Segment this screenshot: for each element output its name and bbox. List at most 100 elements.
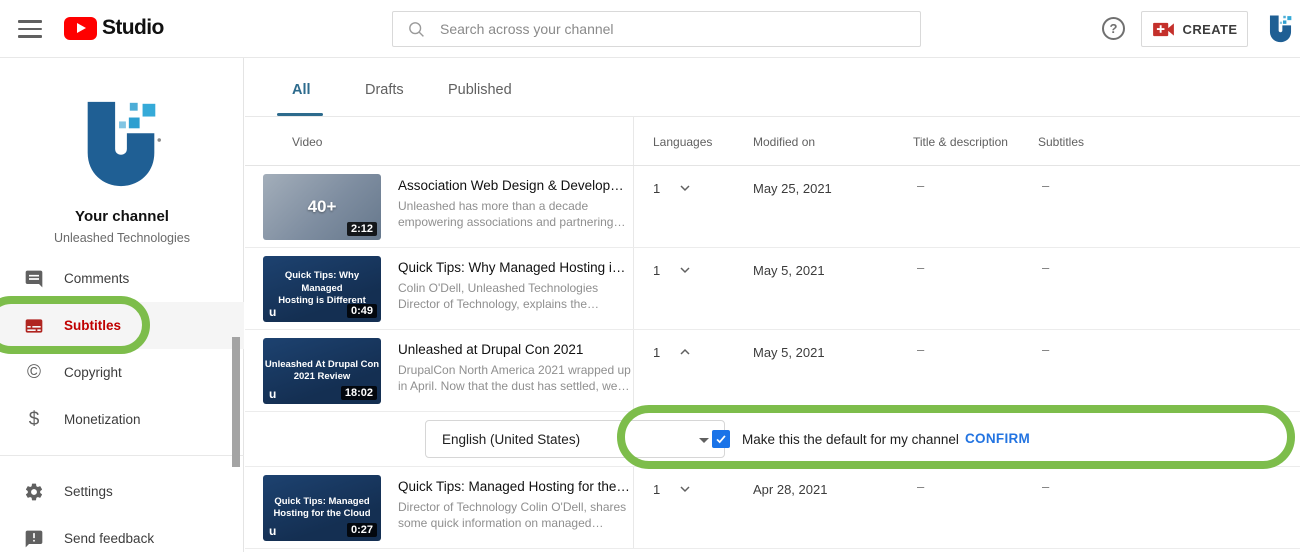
thumbnail-caption: Quick Tips: Managed [274,496,369,508]
thumbnail-caption: Quick Tips: Why Managed [263,270,381,295]
copyright-icon: © [22,363,46,382]
thumbnail-caption: Unleashed At Drupal Con [265,359,379,371]
language-edit-panel: English (United States) Make this the de… [245,412,1300,467]
duration-badge: 18:02 [341,386,377,400]
sidebar-item-subtitles[interactable]: Subtitles [0,302,244,349]
account-avatar[interactable] [1265,13,1296,44]
duration-badge: 2:12 [347,222,377,236]
sidebar-item-monetization[interactable]: $ Monetization [0,396,244,443]
language-select[interactable]: English (United States) [425,420,725,458]
languages-count: 1 [653,482,660,497]
video-thumbnail[interactable]: Quick Tips: Why Managed Hosting is Diffe… [263,256,381,322]
sidebar-item-label: Settings [64,484,113,499]
top-bar: Studio Search across your channel ? CREA… [0,0,1300,58]
sidebar-item-send-feedback[interactable]: Send feedback [0,515,244,552]
unleashed-logo-mark: u [269,305,276,319]
search-input[interactable]: Search across your channel [392,11,921,47]
studio-wordmark: Studio [102,16,164,40]
table-row[interactable]: Quick Tips: Why Managed Hosting is Diffe… [245,248,1300,330]
modified-on-value: May 5, 2021 [753,263,825,278]
column-divider [633,248,634,329]
channel-logo[interactable] [72,94,170,192]
youtube-studio-logo[interactable]: Studio [64,16,164,40]
checkmark-icon [714,432,728,446]
table-row[interactable]: Quick Tips: Managed Hosting for the Clou… [245,467,1300,549]
subtitles-icon [22,316,46,336]
video-thumbnail[interactable]: 40+ 2:12 [263,174,381,240]
create-button[interactable]: CREATE [1141,11,1248,47]
video-description: Unleashed has more than a decade empower… [398,199,631,230]
table-header: Video Languages Modified on Title & desc… [245,117,1300,166]
modified-on-value: Apr 28, 2021 [753,482,827,497]
modified-on-value: May 25, 2021 [753,181,832,196]
chevron-down-icon[interactable] [673,258,697,282]
video-thumbnail[interactable]: Quick Tips: Managed Hosting for the Clou… [263,475,381,541]
column-divider [633,330,634,411]
hamburger-menu-icon[interactable] [18,20,42,38]
modified-on-value: May 5, 2021 [753,345,825,360]
chevron-up-icon[interactable] [673,340,697,364]
feedback-icon [22,529,46,549]
sidebar-item-label: Comments [64,271,129,286]
sidebar-item-copyright[interactable]: © Copyright [0,349,244,396]
active-tab-underline [277,113,323,117]
sidebar: Your channel Unleashed Technologies Comm… [0,58,244,552]
column-divider [633,117,634,165]
sidebar-item-comments[interactable]: Comments [0,255,244,302]
duration-badge: 0:49 [347,304,377,318]
gear-icon [22,482,46,502]
tab-drafts[interactable]: Drafts [365,82,404,98]
subtitles-content: All Drafts Published Video Languages Mod… [245,58,1300,552]
video-title[interactable]: Quick Tips: Managed Hosting for the Cl… [398,479,631,494]
unleashed-logo-mark: u [269,387,276,401]
sidebar-item-settings[interactable]: Settings [0,468,244,515]
chevron-down-icon[interactable] [673,477,697,501]
sidebar-item-label: Send feedback [64,531,154,546]
column-header-video: Video [292,135,322,149]
thumbnail-caption: Hosting for the Cloud [273,508,370,520]
table-row[interactable]: 40+ 2:12 Association Web Design & Develo… [245,166,1300,248]
languages-count: 1 [653,345,660,360]
subtitles-value: – [1042,260,1049,275]
tab-bar: All Drafts Published [245,58,1300,117]
thumbnail-caption: 2021 Review [294,371,351,383]
default-channel-checkbox[interactable] [712,430,730,448]
video-title[interactable]: Unleashed at Drupal Con 2021 [398,342,631,357]
video-description: Colin O'Dell, Unleashed Technologies Dir… [398,281,631,312]
video-title[interactable]: Association Web Design & Development [398,178,631,193]
tab-published[interactable]: Published [448,82,512,98]
tab-all[interactable]: All [292,82,311,98]
help-icon[interactable]: ? [1102,17,1125,40]
subtitles-value: – [1042,342,1049,357]
thumbnail-caption: 40+ [308,197,337,217]
unleashed-logo-mark: u [269,524,276,538]
duration-badge: 0:27 [347,523,377,537]
column-header-title-description: Title & description [913,135,1008,149]
column-divider [633,166,634,247]
languages-count: 1 [653,181,660,196]
your-channel-label: Your channel [0,208,244,225]
sidebar-scrollbar[interactable] [232,337,240,467]
sidebar-item-label: Copyright [64,365,122,380]
column-divider [633,467,634,548]
search-icon [407,20,426,39]
subtitles-value: – [1042,178,1049,193]
video-title[interactable]: Quick Tips: Why Managed Hosting is Di… [398,260,631,275]
search-placeholder: Search across your channel [440,21,614,37]
unleashed-logo-icon [1265,13,1296,44]
column-header-subtitles: Subtitles [1038,135,1084,149]
video-thumbnail[interactable]: Unleashed At Drupal Con 2021 Review u 18… [263,338,381,404]
confirm-button[interactable]: CONFIRM [965,431,1030,446]
title-description-value: – [917,479,924,494]
table-row[interactable]: Unleashed At Drupal Con 2021 Review u 18… [245,330,1300,412]
title-description-value: – [917,178,924,193]
chevron-down-icon[interactable] [673,176,697,200]
column-header-modified-on: Modified on [753,135,815,149]
sidebar-menu: Comments Subtitles © Copyright $ Monetiz… [0,255,244,552]
video-description: Director of Technology Colin O'Dell, sha… [398,500,631,531]
title-description-value: – [917,342,924,357]
video-description: DrupalCon North America 2021 wrapped up … [398,363,631,394]
column-header-languages: Languages [653,135,712,149]
comments-icon [22,269,46,289]
create-button-label: CREATE [1183,22,1238,37]
